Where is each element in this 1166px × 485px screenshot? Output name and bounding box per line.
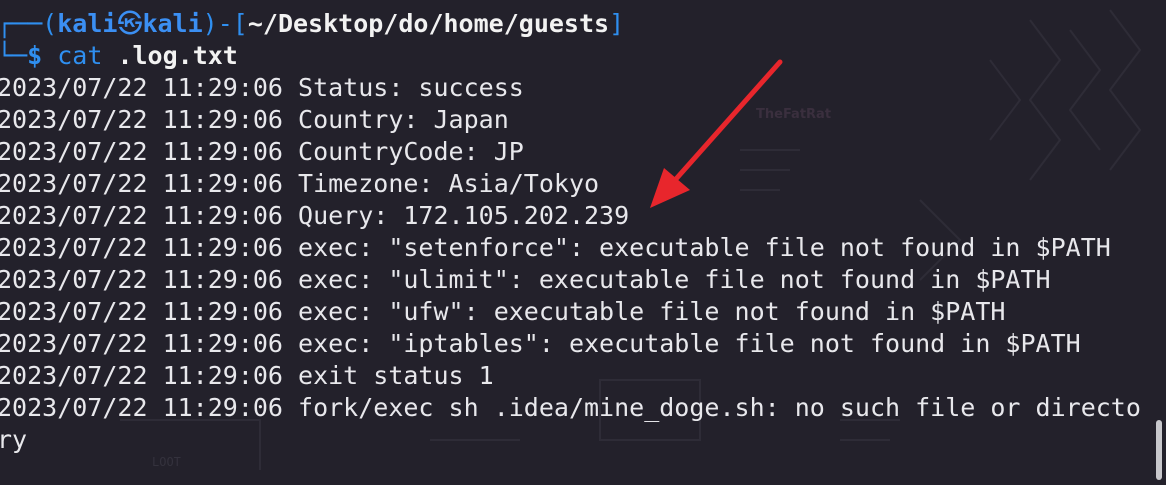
- scrollbar[interactable]: [1154, 0, 1164, 485]
- red-arrow-icon: [650, 59, 783, 208]
- terminal-window[interactable]: TheFatRat LOOT ┌──(kali㉿kali)-[~/Desktop…: [0, 0, 1166, 485]
- scrollbar-thumb[interactable]: [1156, 420, 1162, 480]
